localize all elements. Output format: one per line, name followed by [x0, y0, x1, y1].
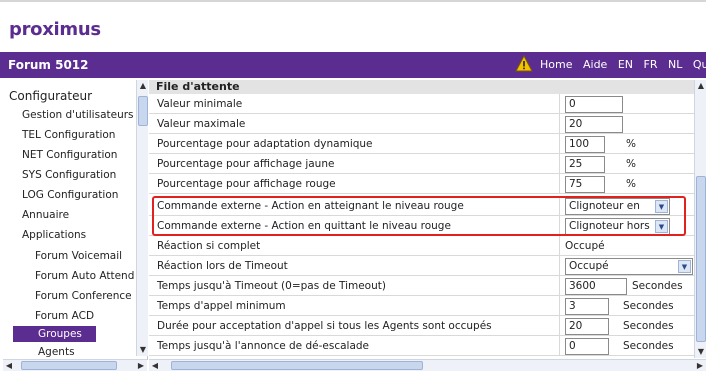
app-title: Forum 5012	[8, 58, 89, 72]
call-accept-duration-input[interactable]: 20	[565, 318, 609, 335]
setting-label: Temps jusqu'à l'annonce de dé-escalade	[157, 340, 369, 352]
sidebar-item-forum-auto-attend[interactable]: Forum Auto Attend	[35, 270, 134, 282]
main-hscroll-thumb[interactable]	[171, 361, 423, 370]
setting-row: Pourcentage pour affichage rouge 75 %	[149, 174, 699, 194]
timeout-time-input[interactable]: 3600	[565, 278, 627, 295]
lang-en-link[interactable]: EN	[618, 58, 633, 71]
yellow-display-input[interactable]: 25	[565, 156, 605, 173]
scroll-down-arrow-icon[interactable]: ▼	[695, 346, 706, 358]
scroll-left-arrow-icon[interactable]: ◀	[149, 360, 161, 372]
timeout-reaction-select[interactable]: Occupé ▼	[565, 258, 693, 275]
section-title: File d'attente	[149, 80, 699, 94]
sidebar-item-gestion-utilisateurs[interactable]: Gestion d'utilisateurs	[22, 109, 134, 121]
sidebar-item-applications[interactable]: Applications	[22, 229, 86, 241]
sidebar: Configurateur Gestion d'utilisateurs TEL…	[0, 80, 148, 360]
top-bar: Forum 5012 Home Aide EN FR NL Quitter	[0, 52, 706, 78]
dynamic-adaptation-input[interactable]: 100	[565, 136, 605, 153]
setting-label: Pourcentage pour affichage jaune	[157, 158, 335, 170]
quit-link[interactable]: Quitter	[693, 58, 706, 71]
setting-row: Temps jusqu'à Timeout (0=pas de Timeout)…	[149, 276, 699, 296]
warning-icon[interactable]	[515, 55, 533, 72]
sidebar-scroll-thumb[interactable]	[138, 96, 148, 126]
sidebar-item-groupes[interactable]: Groupes	[13, 326, 96, 342]
min-call-time-input[interactable]: 3	[565, 298, 609, 315]
sidebar-item-agents[interactable]: Agents	[38, 346, 75, 358]
setting-row: Réaction lors de Timeout Occupé ▼	[149, 256, 699, 276]
home-link[interactable]: Home	[540, 58, 572, 71]
main-scroll-thumb[interactable]	[696, 176, 706, 342]
sidebar-horizontal-scrollbar[interactable]: ◀ ▶	[3, 359, 147, 371]
help-link[interactable]: Aide	[583, 58, 607, 71]
lang-fr-link[interactable]: FR	[644, 58, 658, 71]
setting-row: Réaction si complet Occupé	[149, 236, 699, 256]
de-escalation-time-input[interactable]: 0	[565, 338, 609, 355]
setting-label: Réaction si complet	[157, 240, 261, 252]
unit-label: Secondes	[623, 300, 674, 312]
unit-label: %	[626, 138, 636, 150]
min-value-input[interactable]: 0	[565, 96, 623, 113]
logo-bar: proximus	[0, 0, 706, 52]
max-value-input[interactable]: 20	[565, 116, 623, 133]
main-horizontal-scrollbar[interactable]: ◀ ▶	[149, 359, 706, 371]
proximus-logo: proximus	[9, 19, 101, 40]
sidebar-item-tel-configuration[interactable]: TEL Configuration	[22, 129, 115, 141]
scroll-right-arrow-icon[interactable]: ▶	[694, 360, 706, 372]
setting-label: Pourcentage pour affichage rouge	[157, 178, 336, 190]
setting-label: Valeur minimale	[157, 98, 243, 110]
setting-label: Temps d'appel minimum	[157, 300, 286, 312]
setting-row: Temps jusqu'à l'annonce de dé-escalade 0…	[149, 336, 699, 356]
unit-label: Secondes	[623, 320, 674, 332]
scroll-up-arrow-icon[interactable]: ▲	[137, 80, 149, 92]
setting-row: Valeur maximale 20	[149, 114, 699, 134]
reaction-if-full-value: Occupé	[565, 240, 605, 252]
unit-label: %	[626, 158, 636, 170]
sidebar-item-forum-voicemail[interactable]: Forum Voicemail	[35, 250, 122, 262]
unit-label: %	[626, 178, 636, 190]
sidebar-item-forum-conference[interactable]: Forum Conference	[35, 290, 132, 302]
setting-row: Durée pour acceptation d'appel si tous l…	[149, 316, 699, 336]
top-links: Home Aide EN FR NL Quitter	[540, 58, 706, 71]
sidebar-item-forum-acd[interactable]: Forum ACD	[35, 310, 94, 322]
setting-row: Pourcentage pour affichage jaune 25 %	[149, 154, 699, 174]
setting-label: Temps jusqu'à Timeout (0=pas de Timeout)	[157, 280, 386, 292]
setting-label: Durée pour acceptation d'appel si tous l…	[157, 320, 492, 332]
setting-row: Pourcentage pour adaptation dynamique 10…	[149, 134, 699, 154]
sidebar-item-annuaire[interactable]: Annuaire	[22, 209, 69, 221]
sidebar-item-net-configuration[interactable]: NET Configuration	[22, 149, 117, 161]
setting-label: Pourcentage pour adaptation dynamique	[157, 138, 373, 150]
main-vertical-scrollbar[interactable]: ▲ ▼	[694, 80, 706, 358]
sidebar-item-sys-configuration[interactable]: SYS Configuration	[22, 169, 116, 181]
setting-label: Réaction lors de Timeout	[157, 260, 288, 272]
sidebar-hscroll-thumb[interactable]	[21, 361, 117, 370]
lang-nl-link[interactable]: NL	[668, 58, 682, 71]
setting-label: Valeur maximale	[157, 118, 246, 130]
highlight-box	[152, 196, 686, 236]
unit-label: Secondes	[632, 280, 683, 292]
dropdown-arrow-icon[interactable]: ▼	[678, 260, 691, 273]
sidebar-vertical-scrollbar[interactable]: ▲ ▼	[136, 80, 148, 356]
sidebar-item-log-configuration[interactable]: LOG Configuration	[22, 189, 118, 201]
scroll-right-arrow-icon[interactable]: ▶	[135, 360, 147, 372]
unit-label: Secondes	[623, 340, 674, 352]
setting-row: Temps d'appel minimum 3 Secondes	[149, 296, 699, 316]
red-display-input[interactable]: 75	[565, 176, 605, 193]
scroll-left-arrow-icon[interactable]: ◀	[3, 360, 15, 372]
setting-row: Valeur minimale 0	[149, 94, 699, 114]
sidebar-root-configurateur[interactable]: Configurateur	[9, 89, 92, 103]
scroll-up-arrow-icon[interactable]: ▲	[695, 80, 706, 92]
scroll-down-arrow-icon[interactable]: ▼	[137, 344, 149, 356]
